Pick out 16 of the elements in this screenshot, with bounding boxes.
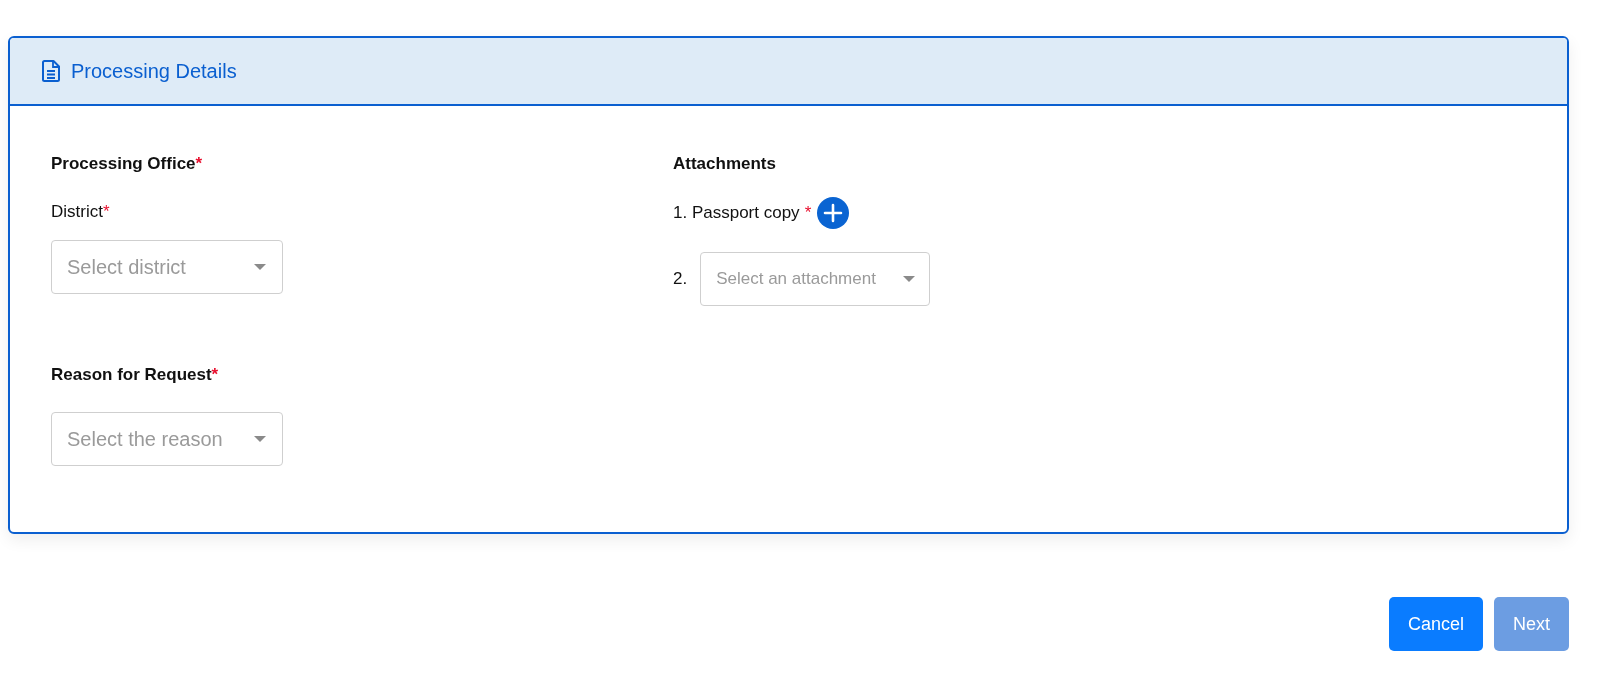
field-label: District* xyxy=(51,201,110,223)
section-label: Reason for Request* xyxy=(51,364,219,386)
section-label: Processing Office* xyxy=(51,153,203,175)
caret-icon xyxy=(254,436,266,442)
attachment-select[interactable]: Select an attachment xyxy=(700,252,931,306)
section-label: Attachments xyxy=(673,153,776,175)
card-title: Processing Details xyxy=(71,59,237,83)
add-icon[interactable] xyxy=(817,197,850,229)
attachment-label: 1. Passport copy * xyxy=(673,202,812,224)
caret-icon xyxy=(903,276,916,282)
cancel-button[interactable]: Cancel xyxy=(1388,597,1483,651)
document-icon xyxy=(42,60,60,82)
caret-icon xyxy=(254,264,266,270)
district-select[interactable]: Select district xyxy=(51,240,283,294)
reason-select[interactable]: Select the reason xyxy=(51,412,283,466)
list-number: 2. xyxy=(673,268,688,290)
